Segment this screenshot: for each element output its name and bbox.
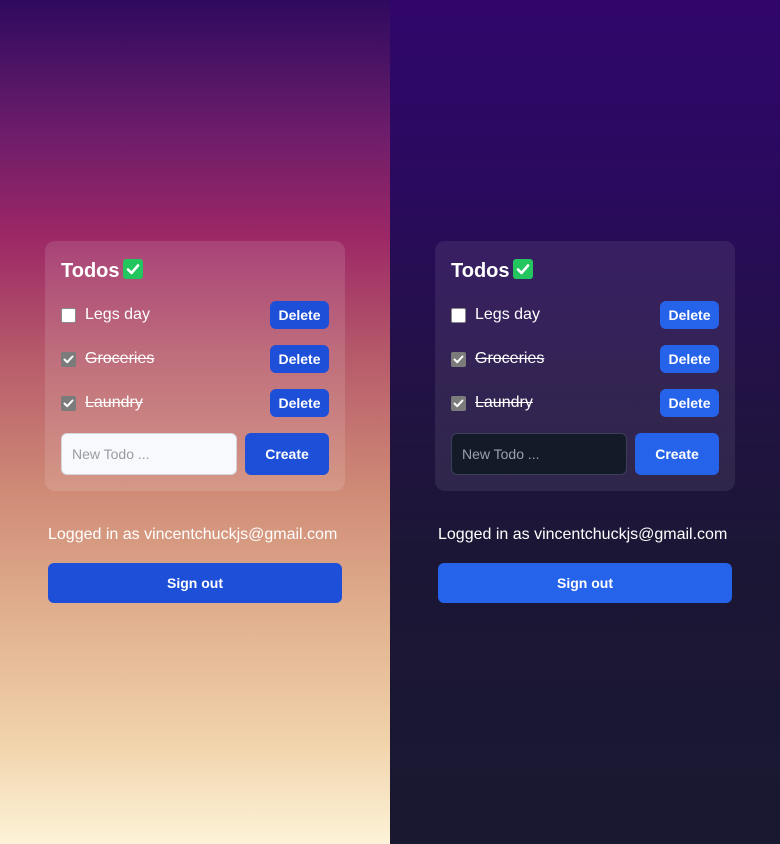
new-todo-form: Create <box>61 433 329 475</box>
todo-item: Legs day Delete <box>451 301 719 329</box>
logged-in-status: Logged in as vincentchuckjs@gmail.com <box>48 526 338 543</box>
new-todo-input[interactable] <box>61 433 237 475</box>
todo-item: Groceries Delete <box>451 345 719 373</box>
todo-checkbox-checked[interactable] <box>451 395 466 411</box>
todo-item: Groceries Delete <box>61 345 329 373</box>
todo-label: Laundry <box>475 394 533 411</box>
new-todo-form: Create <box>451 433 719 475</box>
delete-button[interactable]: Delete <box>270 345 329 373</box>
logged-in-status: Logged in as vincentchuckjs@gmail.com <box>438 526 728 543</box>
sign-out-button[interactable]: Sign out <box>438 563 732 603</box>
todo-label: Groceries <box>85 350 155 367</box>
light-theme-panel: Todos Legs day Delete Groceries Delete L… <box>0 0 390 844</box>
dark-theme-panel: Todos Legs day Delete Groceries Delete L… <box>390 0 780 844</box>
delete-button[interactable]: Delete <box>660 301 719 329</box>
todo-item: Legs day Delete <box>61 301 329 329</box>
todos-card: Todos Legs day Delete Groceries Delete L… <box>435 241 735 491</box>
todo-label: Legs day <box>85 306 150 323</box>
new-todo-input[interactable] <box>451 433 627 475</box>
todo-label: Groceries <box>475 350 545 367</box>
create-button[interactable]: Create <box>245 433 329 475</box>
todo-label: Laundry <box>85 394 143 411</box>
create-button[interactable]: Create <box>635 433 719 475</box>
todo-checkbox-checked[interactable] <box>451 351 466 367</box>
delete-button[interactable]: Delete <box>270 389 329 417</box>
todo-checkbox-checked[interactable] <box>61 351 76 367</box>
todo-checkbox-unchecked[interactable] <box>451 307 466 323</box>
delete-button[interactable]: Delete <box>660 389 719 417</box>
todos-title: Todos <box>451 259 510 282</box>
todos-title: Todos <box>61 259 120 282</box>
todo-item: Laundry Delete <box>61 389 329 417</box>
todos-card: Todos Legs day Delete Groceries Delete L… <box>45 241 345 491</box>
todo-checkbox-checked[interactable] <box>61 395 76 411</box>
todos-heading: Todos <box>451 259 719 283</box>
todo-checkbox-unchecked[interactable] <box>61 307 76 323</box>
delete-button[interactable]: Delete <box>660 345 719 373</box>
sign-out-button[interactable]: Sign out <box>48 563 342 603</box>
delete-button[interactable]: Delete <box>270 301 329 329</box>
check-mark-button-icon <box>512 259 533 279</box>
todo-item: Laundry Delete <box>451 389 719 417</box>
check-mark-button-icon <box>122 259 143 279</box>
todo-label: Legs day <box>475 306 540 323</box>
todos-heading: Todos <box>61 259 329 283</box>
